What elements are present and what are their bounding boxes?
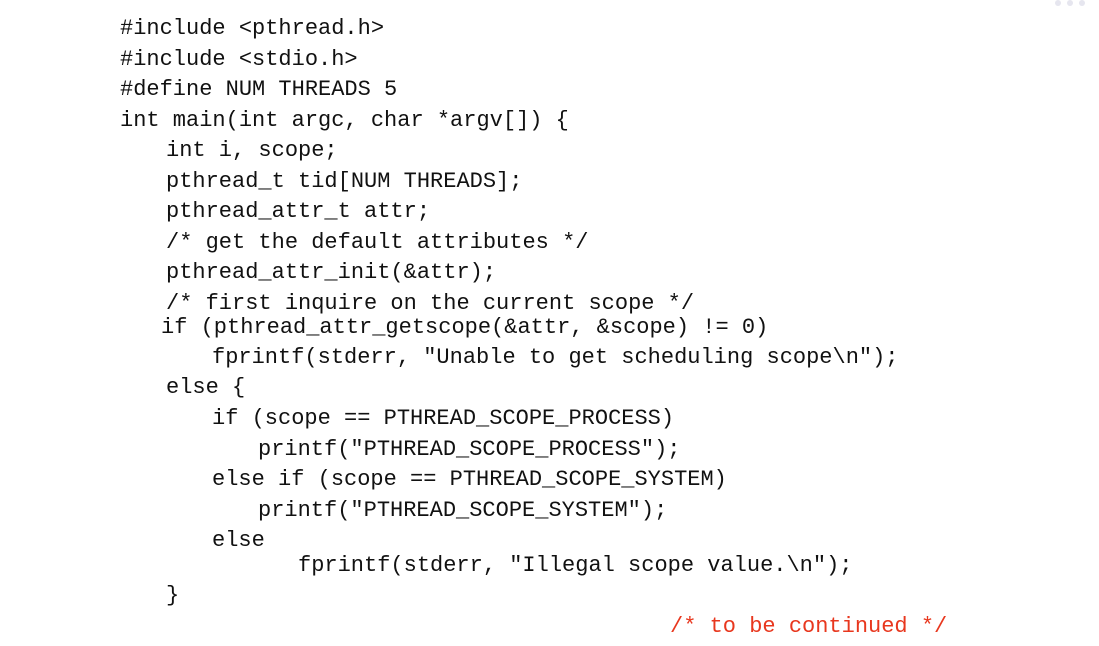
code-line-printf-system: printf("PTHREAD_SCOPE_SYSTEM"); xyxy=(258,498,668,523)
code-line-close-brace: } xyxy=(166,583,180,608)
code-line-else-open: else { xyxy=(166,375,246,400)
code-line-else-if-scope-system: else if (scope == PTHREAD_SCOPE_SYSTEM) xyxy=(212,467,727,492)
code-line-include-stdio: #include <stdio.h> xyxy=(120,47,358,72)
code-line-if-scope-process: if (scope == PTHREAD_SCOPE_PROCESS) xyxy=(212,406,675,431)
corner-dot-3 xyxy=(1079,0,1085,6)
code-line-comment-default-attributes: /* get the default attributes */ xyxy=(166,230,589,255)
code-line-declare-attr: pthread_attr_t attr; xyxy=(166,199,431,224)
code-line-if-getscope: if (pthread_attr_getscope(&attr, &scope)… xyxy=(161,315,769,340)
code-line-printf-process: printf("PTHREAD_SCOPE_PROCESS"); xyxy=(258,437,681,462)
code-line-else: else xyxy=(212,528,265,553)
code-line-comment-inquire-scope: /* first inquire on the current scope */ xyxy=(166,291,695,316)
code-line-comment-to-be-continued: /* to be continued */ xyxy=(670,614,948,639)
code-line-declare-tid: pthread_t tid[NUM THREADS]; xyxy=(166,169,523,194)
corner-dot-1 xyxy=(1055,0,1061,6)
code-line-attr-init: pthread_attr_init(&attr); xyxy=(166,260,497,285)
code-line-main-signature: int main(int argc, char *argv[]) { xyxy=(120,108,569,133)
code-line-include-pthread: #include <pthread.h> xyxy=(120,16,385,41)
slide-corner-decoration xyxy=(1051,0,1091,8)
code-line-define-num-threads: #define NUM THREADS 5 xyxy=(120,77,398,102)
code-line-declare-vars: int i, scope; xyxy=(166,138,338,163)
corner-dot-2 xyxy=(1067,0,1073,6)
code-slide: #include <pthread.h> #include <stdio.h> … xyxy=(0,0,1099,646)
code-line-fprintf-unable: fprintf(stderr, "Unable to get schedulin… xyxy=(212,345,899,370)
code-line-fprintf-illegal: fprintf(stderr, "Illegal scope value.\n"… xyxy=(298,553,853,578)
